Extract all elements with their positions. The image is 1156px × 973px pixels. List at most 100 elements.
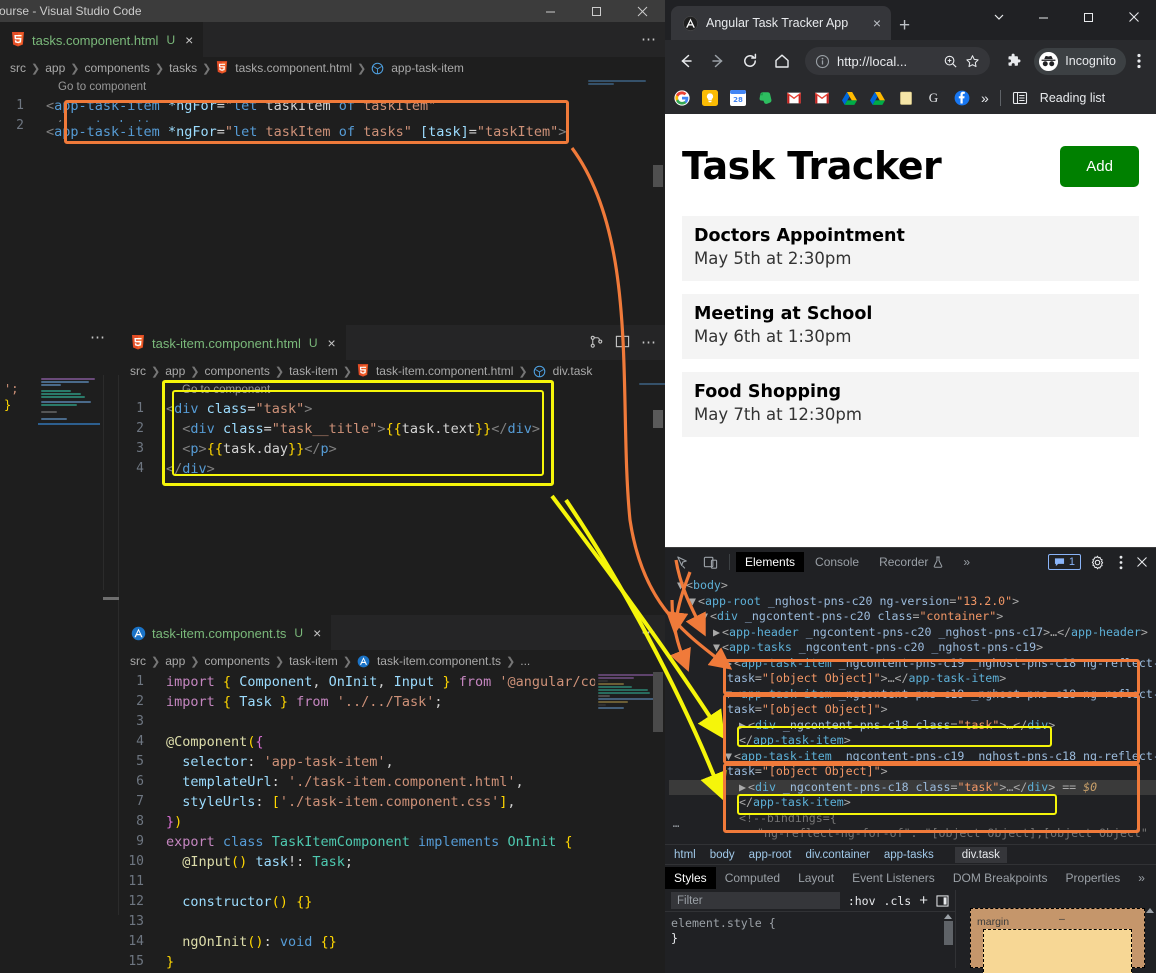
star-icon[interactable]: [965, 54, 980, 69]
breadcrumb-item[interactable]: task-item: [289, 654, 338, 668]
maximize-icon[interactable]: [1066, 0, 1111, 34]
box-model-scroll-up-icon[interactable]: [1146, 908, 1154, 913]
kebab-menu-icon[interactable]: [1113, 550, 1129, 574]
minimize-icon[interactable]: [1021, 0, 1066, 34]
evernote-icon[interactable]: [757, 90, 774, 107]
chevron-down-icon[interactable]: [976, 0, 1021, 34]
dom-line[interactable]: </app-task-item>: [669, 795, 1156, 811]
tab-task-item-component-ts[interactable]: task-item.component.ts U ×: [120, 615, 332, 650]
toggle-computed-sidebar-icon[interactable]: [936, 894, 949, 907]
reload-icon[interactable]: [735, 46, 765, 76]
code-area-2[interactable]: 1 <div class="task"> 2 <div class="task_…: [120, 399, 665, 479]
breadcrumb-item[interactable]: tasks.component.html: [235, 61, 352, 75]
close-icon[interactable]: ×: [873, 16, 881, 30]
address-bar[interactable]: http://local...: [805, 47, 991, 75]
compare-icon[interactable]: [589, 334, 604, 352]
reading-list-label[interactable]: Reading list: [1040, 91, 1105, 105]
close-icon[interactable]: [1111, 0, 1156, 34]
dom-line[interactable]: task="[object Object]">…</app-task-item>: [669, 671, 1156, 687]
code-area-3[interactable]: 1 import { Component, OnInit, Input } fro…: [120, 672, 665, 973]
dom-breadcrumb-item-app-task-item[interactable]: [941, 853, 955, 857]
dom-breadcrumb-item-html[interactable]: html: [667, 847, 703, 863]
bookmarks-overflow-icon[interactable]: »: [981, 90, 989, 106]
google-g-icon[interactable]: [673, 90, 690, 107]
tab-close-icon[interactable]: ×: [185, 33, 193, 47]
breadcrumb-item[interactable]: app: [165, 364, 185, 378]
cls-toggle[interactable]: .cls: [884, 894, 912, 908]
devtools-tab-console[interactable]: Console: [806, 552, 868, 572]
breadcrumb-item[interactable]: src: [130, 654, 146, 668]
home-icon[interactable]: [767, 46, 797, 76]
device-toolbar-icon[interactable]: [697, 550, 723, 574]
dom-line[interactable]: ▼ <app-task-item _ngcontent-pns-c19 _ngho…: [669, 687, 1156, 703]
forward-arrow-icon[interactable]: [703, 46, 733, 76]
tab-styles[interactable]: Styles: [665, 866, 716, 889]
close-icon[interactable]: [1132, 550, 1152, 574]
dom-breadcrumb-item-app-root[interactable]: app-root: [742, 847, 799, 863]
more-actions-icon[interactable]: ⋯: [641, 625, 657, 640]
dom-breadcrumb-item-div-container[interactable]: div.container: [799, 847, 877, 863]
task-item[interactable]: Doctors Appointment May 5th at 2:30pm: [682, 216, 1139, 282]
zoom-icon[interactable]: [943, 54, 958, 69]
styles-filter-input[interactable]: Filter: [671, 892, 840, 909]
dom-line[interactable]: <!--bindings={: [669, 811, 1156, 827]
tab-layout[interactable]: Layout: [789, 867, 843, 889]
codelens-go-to-component[interactable]: Go to component: [0, 79, 665, 96]
vscode-maximize-icon[interactable]: [573, 0, 619, 22]
reading-list-icon[interactable]: [1012, 90, 1029, 107]
minimap-hidden-editor[interactable]: [38, 375, 104, 590]
devtools-tab-recorder[interactable]: Recorder: [870, 552, 952, 572]
inspect-element-icon[interactable]: [669, 550, 695, 574]
dom-line[interactable]: ▼ <app-root _nghost-pns-c20 ng-version="1…: [669, 594, 1156, 610]
gmail-icon[interactable]: [813, 90, 830, 107]
more-actions-icon[interactable]: ⋯: [641, 32, 657, 47]
split-editor-icon[interactable]: [615, 334, 630, 352]
dom-line[interactable]: ▶ <app-task-item _ngcontent-pns-c19 _ngho…: [669, 656, 1156, 672]
google-drive-icon[interactable]: [841, 90, 858, 107]
tab-task-item-component-html[interactable]: task-item.component.html U ×: [120, 325, 346, 360]
dom-line[interactable]: ▶ <app-header _ngcontent-pns-c20 _nghost-…: [669, 625, 1156, 641]
dom-breadcrumb-item-div-task[interactable]: div.task: [954, 846, 1007, 863]
breadcrumb-item[interactable]: task-item.component.ts: [377, 654, 501, 668]
breadcrumb-item[interactable]: ...: [520, 654, 530, 668]
box-model-border[interactable]: [983, 929, 1132, 973]
vscode-minimize-icon[interactable]: [527, 0, 573, 22]
styles-scrollbar[interactable]: [944, 914, 953, 964]
tab-computed[interactable]: Computed: [716, 867, 789, 889]
back-arrow-icon[interactable]: [671, 46, 701, 76]
tab-event-listeners[interactable]: Event Listeners: [843, 867, 944, 889]
vscode-close-icon[interactable]: [619, 0, 665, 22]
new-style-rule-icon[interactable]: +: [919, 893, 928, 908]
google-drive-icon[interactable]: [869, 90, 886, 107]
dom-line[interactable]: </app-task-item>: [669, 733, 1156, 749]
tab-properties[interactable]: Properties: [1057, 867, 1130, 889]
box-model-margin[interactable]: margin –: [970, 908, 1145, 973]
kebab-menu-icon[interactable]: [1128, 46, 1150, 76]
info-icon[interactable]: [815, 54, 830, 69]
hov-toggle[interactable]: :hov: [848, 894, 876, 908]
task-item[interactable]: Meeting at School May 6th at 1:30pm: [682, 294, 1139, 360]
breadcrumb-item[interactable]: task-item: [289, 364, 338, 378]
dom-line[interactable]: ▼ <app-tasks _ngcontent-pns-c20 _nghost-p…: [669, 640, 1156, 656]
browser-tab-angular-task-tracker[interactable]: Angular Task Tracker App ×: [671, 6, 891, 40]
breadcrumb-item[interactable]: components: [204, 364, 269, 378]
breadcrumb-item[interactable]: app: [165, 654, 185, 668]
puzzle-icon[interactable]: [998, 46, 1028, 76]
breadcrumb-item[interactable]: app: [45, 61, 65, 75]
breadcrumb-item[interactable]: task-item.component.html: [376, 364, 513, 378]
gear-icon[interactable]: [1084, 550, 1110, 574]
codelens-go-to-component[interactable]: Go to component: [120, 382, 665, 399]
dom-line[interactable]: ▶ <div _ngcontent-pns-c18 class="task">…<…: [669, 718, 1156, 734]
dom-breadcrumb-item-body[interactable]: body: [703, 847, 742, 863]
breadcrumb-item[interactable]: src: [130, 364, 146, 378]
dom-line[interactable]: ▼ <app-task-item _ngcontent-pns-c19 _ngho…: [669, 749, 1156, 765]
letter-g-icon[interactable]: G: [925, 90, 942, 107]
editor-scrollbar-2[interactable]: [651, 382, 665, 615]
breadcrumb-item[interactable]: components: [204, 654, 269, 668]
dom-line[interactable]: ▼ <body>: [669, 578, 1156, 594]
sidebar-tabs-overflow[interactable]: »: [1129, 867, 1154, 889]
more-actions-icon[interactable]: ⋯: [90, 330, 106, 345]
issues-badge[interactable]: 1: [1047, 554, 1081, 570]
breadcrumb-item[interactable]: components: [84, 61, 149, 75]
breadcrumb-item[interactable]: tasks: [169, 61, 197, 75]
